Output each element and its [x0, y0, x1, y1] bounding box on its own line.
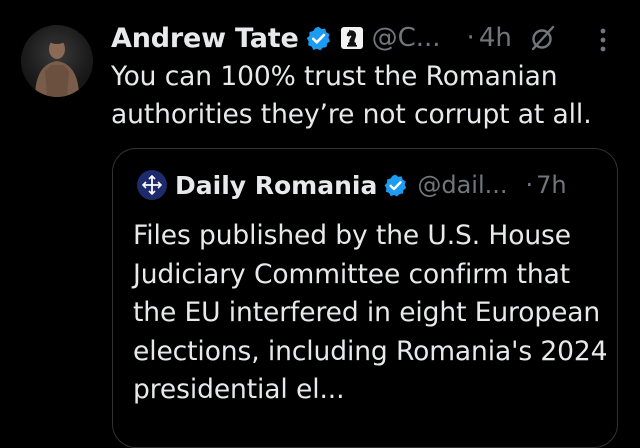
- post-text: You can 100% trust the Romanian authorit…: [111, 61, 592, 130]
- post-time[interactable]: 4h: [479, 23, 512, 53]
- quoted-post-header: Daily Romania @dail... · 7h: [137, 167, 567, 203]
- quoted-author-avatar[interactable]: [137, 170, 167, 200]
- separator-dot: ·: [466, 23, 475, 53]
- author-name[interactable]: Andrew Tate: [111, 23, 299, 54]
- quoted-author-name[interactable]: Daily Romania: [175, 171, 377, 200]
- grok-icon[interactable]: [530, 25, 556, 51]
- quoted-author-handle[interactable]: @dail...: [417, 171, 507, 199]
- verified-badge-icon[interactable]: [305, 25, 332, 52]
- quoted-post-text: Files published by the U.S. House Judici…: [133, 220, 608, 405]
- chess-knight-icon[interactable]: [340, 27, 363, 49]
- author-handle[interactable]: @C...: [372, 23, 441, 53]
- tweet[interactable]: Andrew Tate @C... · 4h You can 100% trus…: [0, 0, 640, 448]
- quoted-post[interactable]: Daily Romania @dail... · 7h Files publis…: [112, 148, 618, 448]
- author-avatar[interactable]: [21, 25, 93, 97]
- more-options-icon[interactable]: [598, 26, 608, 54]
- separator-dot: ·: [525, 171, 534, 199]
- post-header: Andrew Tate @C... · 4h: [111, 18, 556, 58]
- verified-badge-icon[interactable]: [383, 173, 408, 198]
- quoted-post-time[interactable]: 7h: [536, 171, 566, 199]
